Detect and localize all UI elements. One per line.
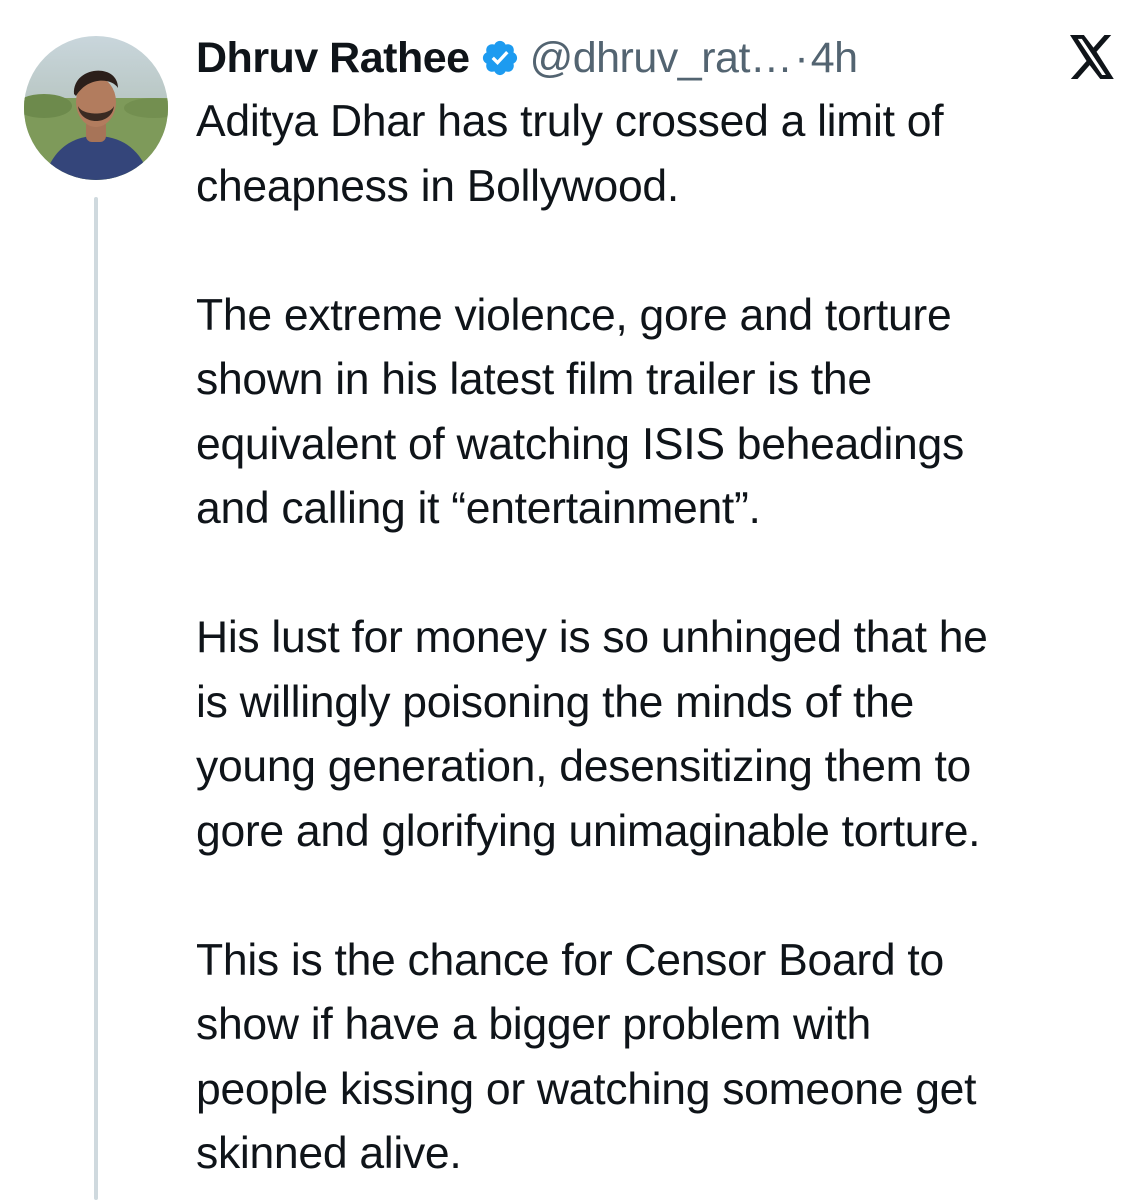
tweet-paragraph: Aditya Dhar has truly crossed a limit of… — [196, 90, 1136, 219]
tweet-header: Dhruv Rathee @dhruv_rat… · 4h — [196, 28, 858, 88]
tweet-paragraph: This is the chance for Censor Board to s… — [196, 929, 1136, 1187]
profile-photo — [24, 36, 168, 180]
x-logo-icon[interactable] — [1068, 35, 1116, 79]
tweet-paragraph: His lust for money is so unhinged that h… — [196, 606, 1136, 864]
author-name[interactable]: Dhruv Rathee — [196, 34, 470, 83]
text-line: This is the chance for Censor Board to — [196, 935, 944, 985]
tweet-text: Aditya Dhar has truly crossed a limit of… — [196, 90, 1136, 1187]
text-line: cheapness in Bollywood. — [196, 161, 679, 211]
text-line: Aditya Dhar has truly crossed a limit of — [196, 97, 944, 146]
text-line: show if have a bigger problem with — [196, 1000, 871, 1049]
tweet-paragraph: The extreme violence, gore and torture s… — [196, 284, 1136, 542]
avatar[interactable] — [24, 36, 168, 180]
text-line: skinned alive. — [196, 1129, 462, 1178]
text-line: shown in his latest film trailer is the — [196, 355, 872, 404]
author-handle[interactable]: @dhruv_rat… — [530, 34, 793, 83]
tweet-timestamp[interactable]: 4h — [811, 34, 858, 83]
dot-separator: · — [794, 33, 809, 82]
text-line: is willingly poisoning the minds of the — [196, 677, 914, 727]
text-line: gore and glorifying unimaginable torture… — [196, 806, 981, 856]
verified-badge-icon — [480, 38, 520, 78]
text-line: His lust for money is so unhinged that h… — [196, 613, 988, 662]
text-line: The extreme violence, gore and torture — [196, 290, 952, 340]
text-line: young generation, desensitizing them to — [196, 742, 971, 791]
text-line: people kissing or watching someone get — [196, 1064, 977, 1114]
tweet-card[interactable]: Dhruv Rathee @dhruv_rat… · 4h Aditya Dha… — [0, 0, 1142, 1200]
text-line: and calling it “entertainment”. — [196, 484, 761, 533]
thread-line — [94, 197, 98, 1200]
text-line: equivalent of watching ISIS beheadings — [196, 419, 964, 469]
